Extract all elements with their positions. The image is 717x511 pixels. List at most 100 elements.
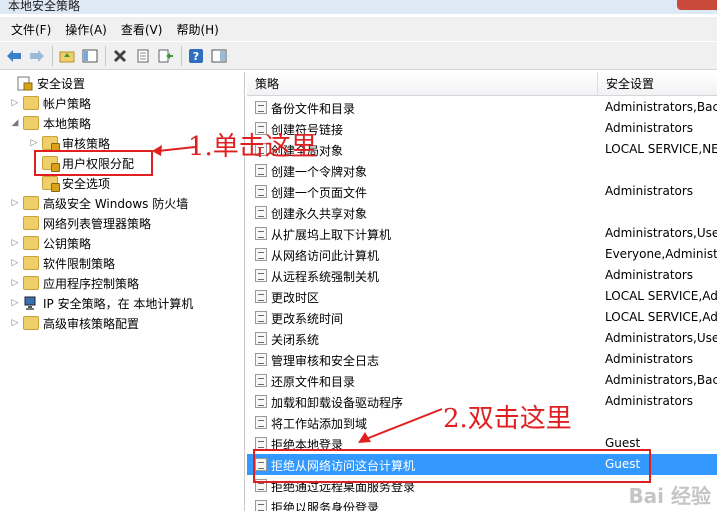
- column-header-policy[interactable]: 策略: [247, 72, 598, 96]
- policy-icon: [255, 332, 267, 345]
- show-tree-icon[interactable]: [79, 45, 101, 67]
- folder-icon: [23, 196, 39, 210]
- policy-row[interactable]: 从扩展坞上取下计算机 Administrators,Users: [247, 223, 717, 244]
- menu-view[interactable]: 查看(V): [114, 21, 170, 38]
- tree-item-app-control[interactable]: ▷ 应用程序控制策略: [10, 273, 139, 293]
- tree-item-security-options[interactable]: 安全选项: [29, 173, 110, 193]
- column-header-setting[interactable]: 安全设置: [598, 72, 717, 96]
- menu-action[interactable]: 操作(A): [58, 21, 114, 38]
- title-bar: 本地安全策略: [0, 0, 717, 14]
- policy-row[interactable]: 还原文件和目录 Administrators,Backup: [247, 370, 717, 391]
- tree-item-software-restriction[interactable]: ▷ 软件限制策略: [10, 253, 115, 273]
- close-window-button[interactable]: [677, 0, 717, 10]
- policy-row[interactable]: 从远程系统强制关机 Administrators: [247, 265, 717, 286]
- policy-setting: Administrators: [605, 394, 694, 408]
- tree-item-label: 安全选项: [62, 176, 111, 191]
- policy-row[interactable]: 从网络访问此计算机 Everyone,Administrators: [247, 244, 717, 265]
- locked-folder-icon: [42, 176, 60, 192]
- policy-name: 还原文件和目录: [271, 375, 356, 389]
- security-settings-icon: [17, 76, 33, 91]
- policy-row[interactable]: 备份文件和目录 Administrators,Backup: [247, 97, 717, 118]
- folder-icon: [23, 316, 39, 330]
- tree-item-firewall[interactable]: ▷ 高级安全 Windows 防火墙: [10, 193, 188, 213]
- policy-row[interactable]: 管理审核和安全日志 Administrators: [247, 349, 717, 370]
- expand-arrow-icon[interactable]: ▷: [10, 258, 20, 268]
- policy-name: 更改时区: [271, 291, 320, 305]
- policy-setting: Administrators,Backup: [605, 373, 717, 387]
- menu-help[interactable]: 帮助(H): [169, 21, 225, 38]
- policy-name: 拒绝以服务身份登录: [271, 501, 380, 511]
- policy-row[interactable]: 创建一个令牌对象: [247, 160, 717, 181]
- policy-setting: Everyone,Administrators: [605, 247, 717, 261]
- policy-setting: Administrators: [605, 352, 694, 366]
- export-icon[interactable]: [155, 45, 177, 67]
- collapse-arrow-icon[interactable]: ◢: [10, 118, 20, 128]
- toolbar-separator: [105, 45, 106, 66]
- policy-row[interactable]: 创建一个页面文件 Administrators: [247, 181, 717, 202]
- view-icon[interactable]: [208, 45, 230, 67]
- policy-name: 创建一个令牌对象: [271, 165, 368, 179]
- policy-setting: Guest: [605, 436, 641, 450]
- policy-setting: LOCAL SERVICE,Adm: [605, 289, 717, 303]
- up-folder-icon[interactable]: [56, 45, 78, 67]
- tree-item-label: 帐户策略: [43, 96, 92, 111]
- menu-file[interactable]: 文件(F): [4, 21, 58, 38]
- policy-name: 管理审核和安全日志: [271, 354, 380, 368]
- policy-icon: [255, 101, 267, 114]
- annotation-step-1: 1.单击这里: [188, 132, 317, 162]
- policy-setting: Administrators,Users: [605, 226, 717, 240]
- help-icon[interactable]: ?: [185, 45, 207, 67]
- policy-name: 从远程系统强制关机: [271, 270, 380, 284]
- tree-item-ip-security[interactable]: ▷ IP 安全策略，在 本地计算机: [10, 293, 193, 313]
- menu-bar: 文件(F) 操作(A) 查看(V) 帮助(H): [0, 17, 717, 41]
- tree-item-advanced-audit[interactable]: ▷ 高级审核策略配置: [10, 313, 139, 333]
- tree-item-label: 公钥策略: [43, 236, 92, 251]
- toolbar-separator: [181, 45, 182, 66]
- policy-icon: [255, 416, 267, 429]
- policy-row[interactable]: 创建永久共享对象: [247, 202, 717, 223]
- policy-icon: [255, 164, 267, 177]
- folder-icon: [23, 116, 39, 130]
- tree-item-security-settings[interactable]: 安全设置: [4, 73, 85, 93]
- policy-list-pane: ▲ 策略 安全设置 备份文件和目录Administrators,Backup创建…: [247, 72, 717, 511]
- tree-item-label: 网络列表管理器策略: [43, 216, 152, 231]
- folder-icon: [23, 96, 39, 110]
- policy-setting: Administrators,Users: [605, 331, 717, 345]
- annotation-box-1: [34, 150, 153, 176]
- tree-item-account-policies[interactable]: ▷ 帐户策略: [10, 93, 91, 113]
- ip-security-icon: [23, 296, 39, 310]
- tree-item-local-policies[interactable]: ◢ 本地策略: [10, 113, 91, 133]
- policy-row[interactable]: 更改系统时间 LOCAL SERVICE,Adm: [247, 307, 717, 328]
- policy-row[interactable]: 更改时区 LOCAL SERVICE,Adm: [247, 286, 717, 307]
- back-icon[interactable]: [3, 45, 25, 67]
- expand-arrow-icon[interactable]: ▷: [10, 238, 20, 248]
- tree-item-public-key-policies[interactable]: ▷ 公钥策略: [10, 233, 91, 253]
- policy-name: 从扩展坞上取下计算机: [271, 228, 392, 242]
- delete-icon[interactable]: [109, 45, 131, 67]
- tree-item-label: 高级安全 Windows 防火墙: [43, 196, 189, 211]
- expand-arrow-icon[interactable]: ▷: [10, 278, 20, 288]
- policy-row[interactable]: 创建全局对象 LOCAL SERVICE,NET: [247, 139, 717, 160]
- expand-arrow-icon[interactable]: ▷: [10, 318, 20, 328]
- policy-icon: [255, 227, 267, 240]
- policy-icon: [255, 500, 267, 511]
- properties-icon[interactable]: [132, 45, 154, 67]
- policy-setting: Administrators: [605, 184, 694, 198]
- policy-name: 从网络访问此计算机: [271, 249, 380, 263]
- toolbar-separator: [52, 45, 53, 66]
- locked-folder-icon: [42, 136, 60, 152]
- annotation-box-2: [253, 449, 651, 483]
- policy-row[interactable]: 创建符号链接 Administrators: [247, 118, 717, 139]
- expand-arrow-icon[interactable]: ▷: [10, 298, 20, 308]
- expand-arrow-icon[interactable]: ▷: [10, 198, 20, 208]
- forward-icon[interactable]: [26, 45, 48, 67]
- policy-row[interactable]: 关闭系统 Administrators,Users: [247, 328, 717, 349]
- tree-item-label: 审核策略: [62, 136, 111, 151]
- tree-item-label: 应用程序控制策略: [43, 276, 140, 291]
- tree-item-label: 软件限制策略: [43, 256, 116, 271]
- expand-arrow-icon[interactable]: ▷: [29, 138, 39, 148]
- annotation-arrow-2: [358, 408, 443, 443]
- expand-arrow-icon[interactable]: ▷: [10, 98, 20, 108]
- tree-item-label: 安全设置: [37, 76, 86, 91]
- tree-item-network-list-manager[interactable]: 网络列表管理器策略: [10, 213, 151, 233]
